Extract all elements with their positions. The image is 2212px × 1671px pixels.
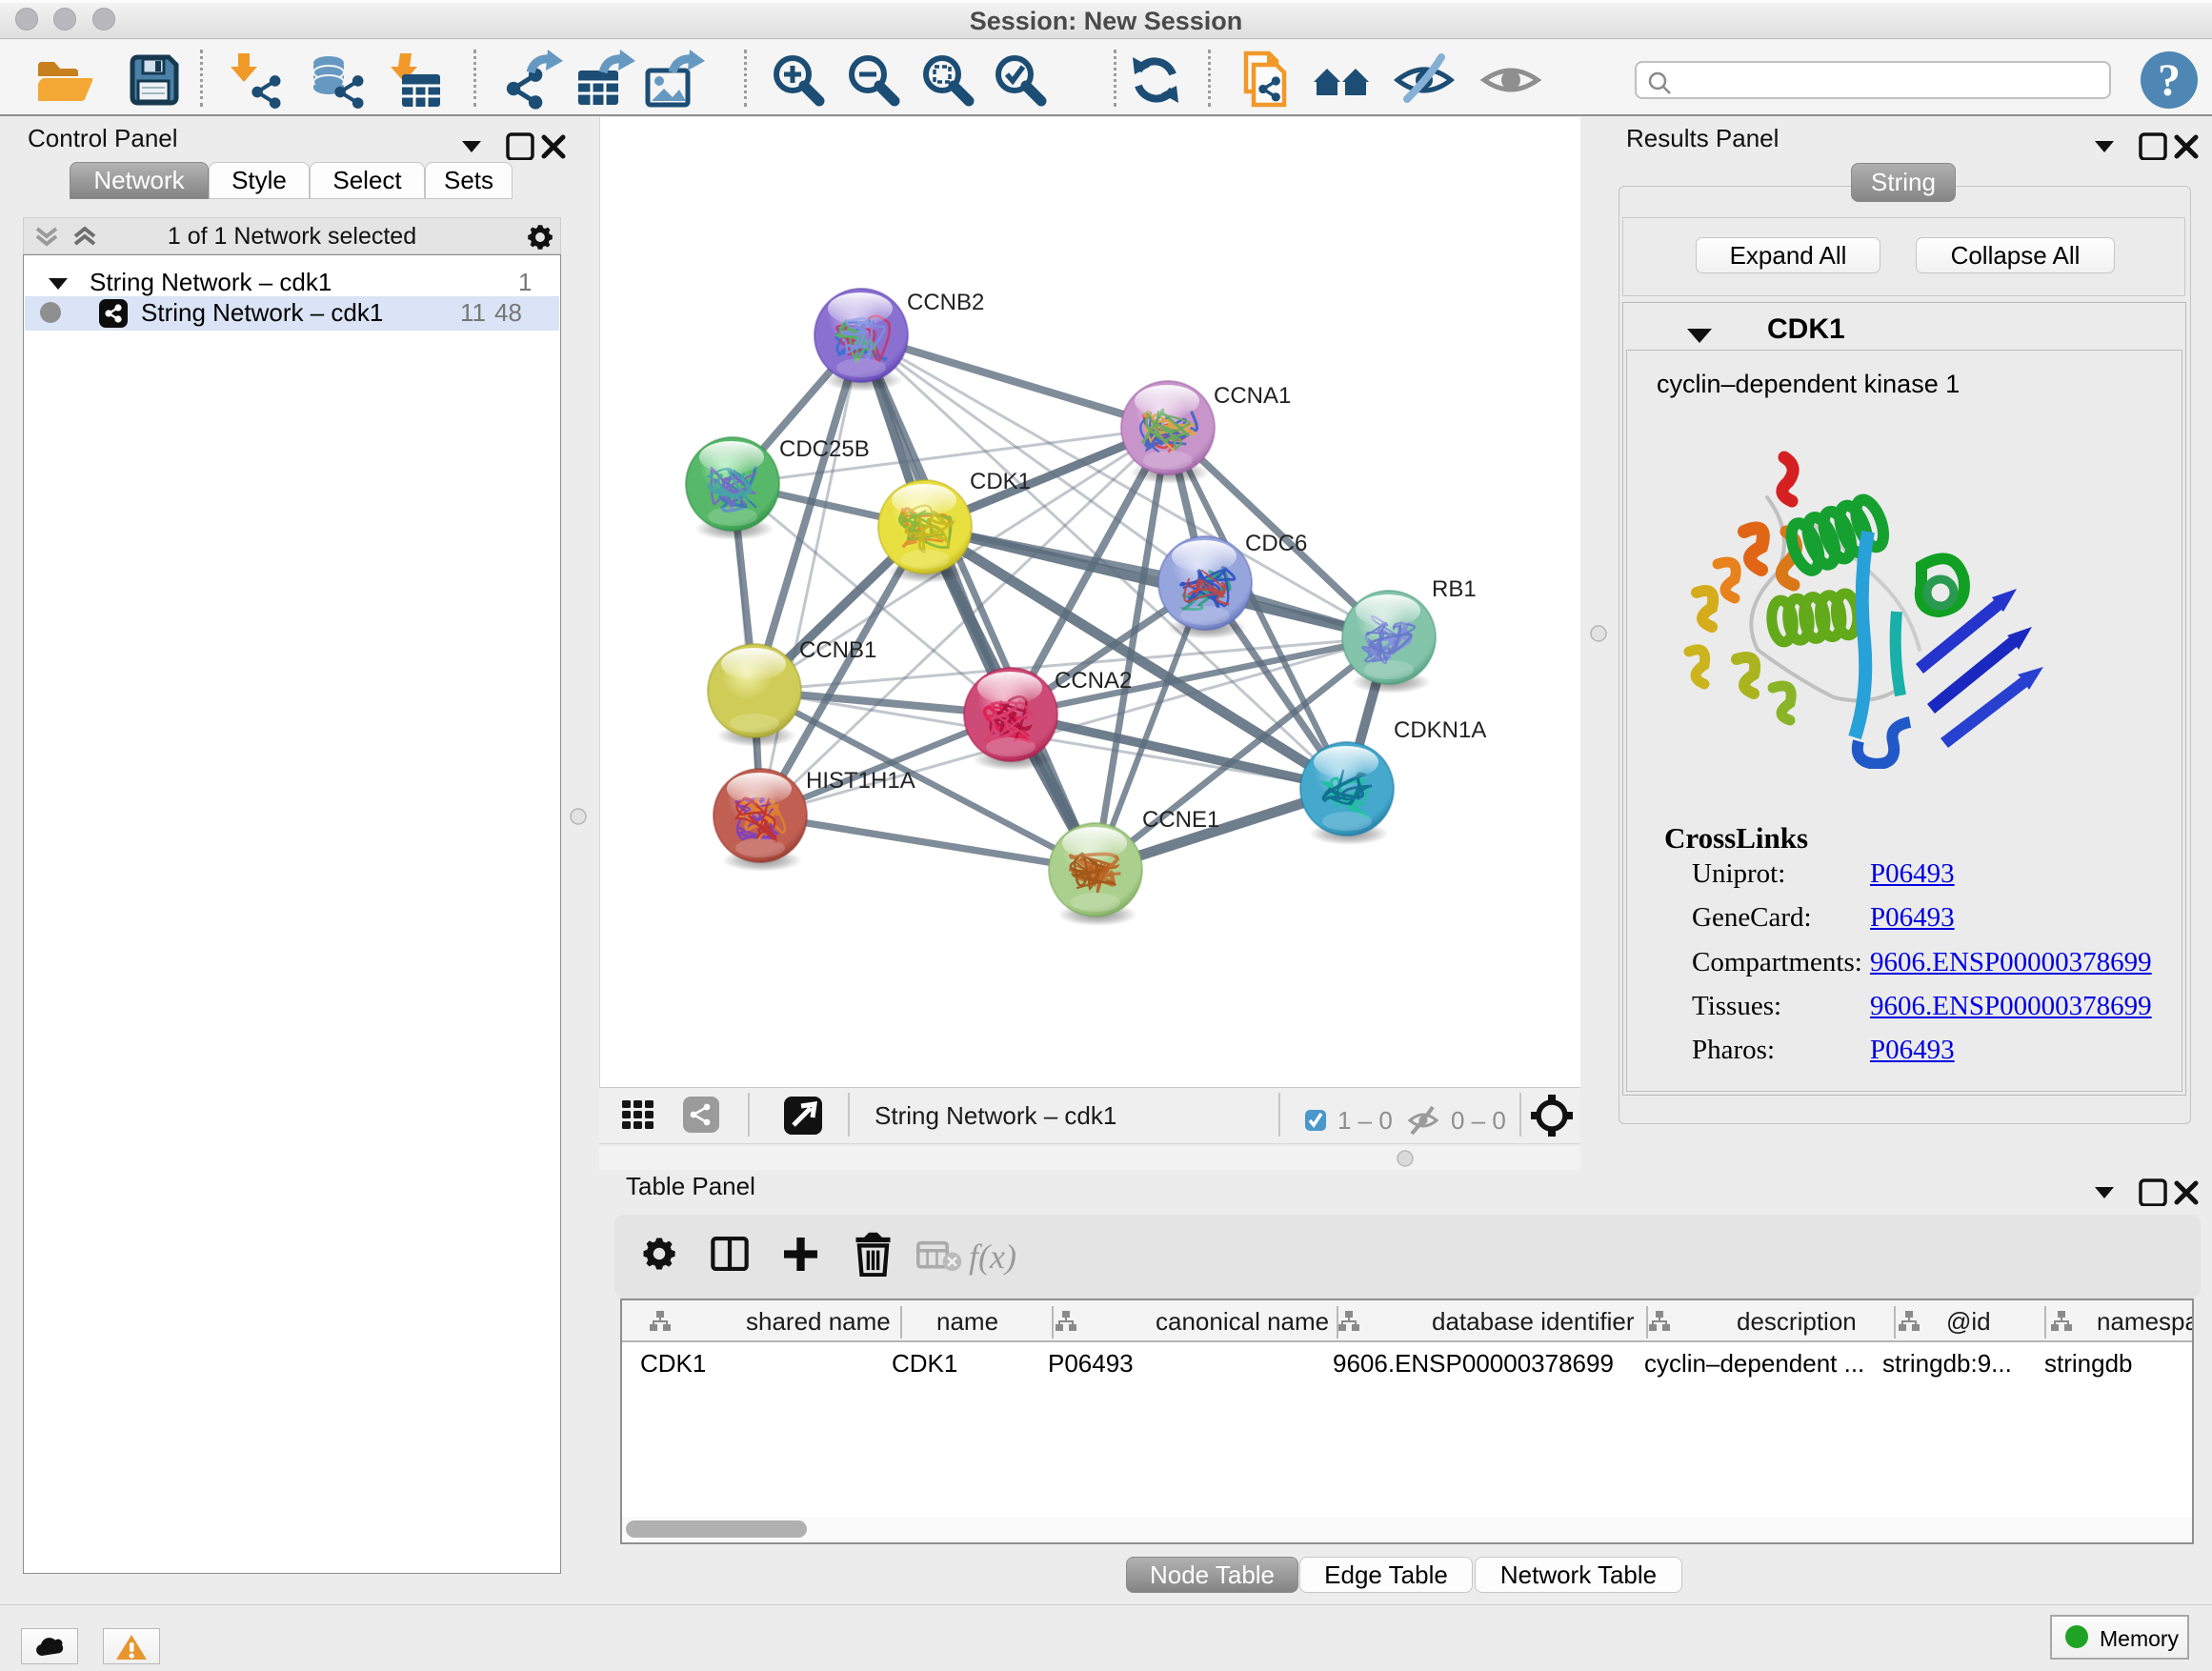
svg-text:1 – 0: 1 – 0: [1337, 1106, 1393, 1135]
svg-text:CCNA1: CCNA1: [1214, 383, 1291, 409]
svg-text:?: ?: [2158, 55, 2181, 106]
svg-text:String Network – cdk1: String Network – cdk1: [875, 1101, 1116, 1130]
svg-text:CCNA2: CCNA2: [1055, 668, 1132, 694]
svg-text:CCNB2: CCNB2: [907, 290, 984, 315]
svg-text:0 – 0: 0 – 0: [1451, 1106, 1506, 1135]
svg-text:CDKN1A: CDKN1A: [1394, 717, 1486, 743]
svg-text:name: name: [936, 1307, 998, 1336]
svg-text:CDC6: CDC6: [1245, 531, 1307, 556]
svg-text:CDK1: CDK1: [970, 469, 1031, 494]
svg-text:namespace: namespace: [2097, 1307, 2192, 1336]
svg-text:canonical name: canonical name: [1156, 1307, 1329, 1336]
svg-text:RB1: RB1: [1432, 576, 1477, 602]
svg-text:database identifier: database identifier: [1432, 1307, 1635, 1336]
svg-text:CCNE1: CCNE1: [1142, 807, 1219, 833]
svg-text:CCNB1: CCNB1: [799, 637, 876, 663]
svg-text:CDC25B: CDC25B: [779, 436, 870, 462]
svg-text:HIST1H1A: HIST1H1A: [806, 768, 915, 794]
svg-text:@id: @id: [1946, 1307, 1991, 1336]
svg-text:shared name: shared name: [746, 1307, 891, 1336]
svg-text:description: description: [1737, 1307, 1857, 1336]
